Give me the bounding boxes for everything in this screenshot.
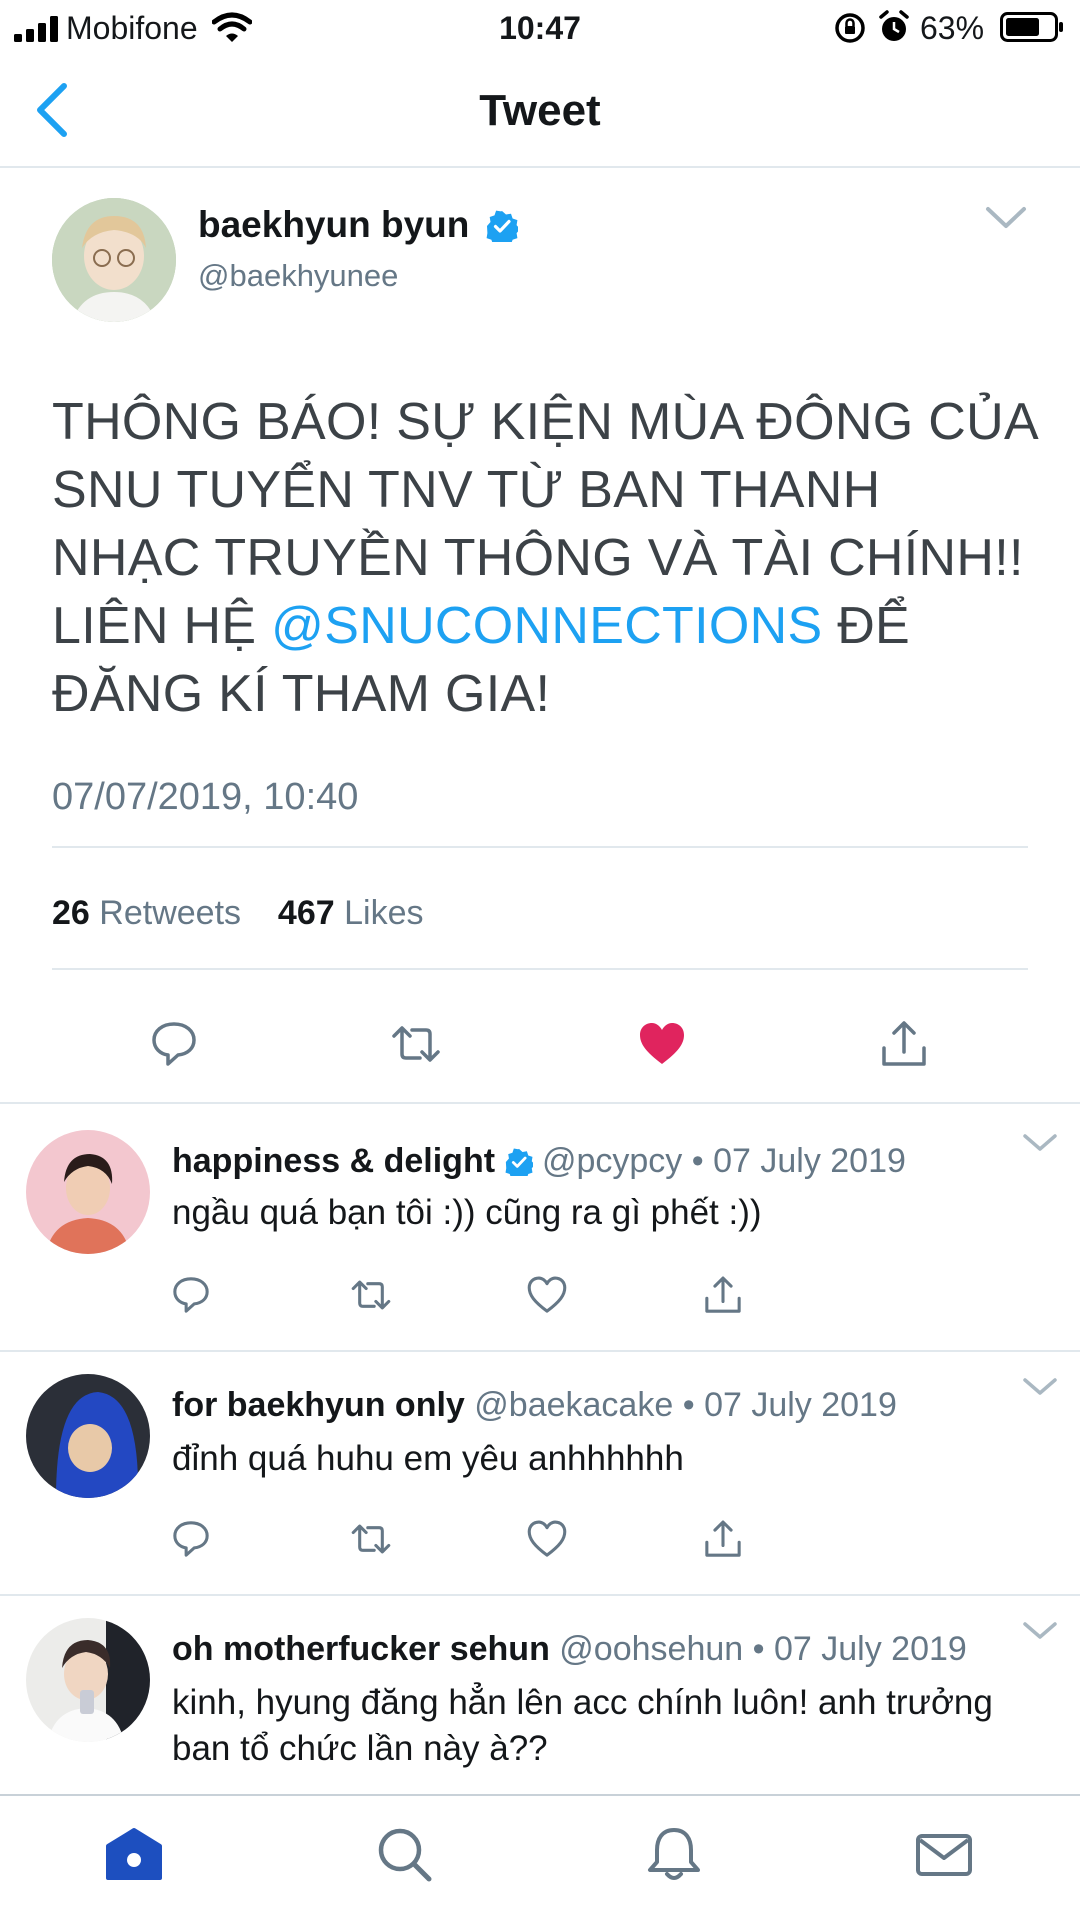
notifications-icon[interactable] [644,1824,704,1884]
heart-icon[interactable] [526,1274,568,1316]
author-name[interactable]: baekhyun byun [198,204,469,246]
retweets-stat[interactable]: 26 Retweets [52,894,241,932]
reply-author-name[interactable]: happiness & delight [172,1142,495,1180]
divider [0,1102,1080,1104]
chevron-down-icon[interactable] [1022,1132,1058,1154]
like-label: Likes [344,894,424,932]
chevron-down-icon[interactable] [984,204,1028,232]
heart-icon[interactable] [526,1518,568,1560]
reply-header: happiness & delight @pcypcy • 07 July 20… [172,1142,906,1181]
reply-author-name[interactable]: oh motherfucker sehun [172,1630,550,1668]
reply-icon[interactable] [170,1274,212,1316]
retweet-icon[interactable] [390,1018,442,1070]
reply-icon[interactable] [148,1018,200,1070]
share-icon[interactable] [878,1018,930,1070]
divider [52,846,1028,848]
likes-stat[interactable]: 467 Likes [278,894,424,932]
reply-author-name[interactable]: for baekhyun only [172,1386,465,1424]
rotation-lock-icon [835,13,865,43]
verified-badge-icon [486,210,518,242]
reply-avatar[interactable] [26,1618,150,1742]
clock-time: 10:47 [499,10,581,46]
reply-handle[interactable]: @pcypcy [542,1142,682,1180]
reply-avatar[interactable] [26,1374,150,1498]
retweet-icon[interactable] [350,1518,392,1560]
reply-header: for baekhyun only @baekacake • 07 July 2… [172,1386,897,1425]
battery-icon [1000,12,1063,42]
tab-bar [0,1794,1080,1922]
mention-link[interactable]: @SNUCONNECTIONS [271,597,822,655]
chevron-down-icon[interactable] [1022,1620,1058,1642]
tweet-timestamp: 07/07/2019, 10:40 [52,776,359,818]
share-icon[interactable] [702,1518,744,1560]
reply-date: • 07 July 2019 [691,1142,906,1180]
reply-icon[interactable] [170,1518,212,1560]
share-icon[interactable] [702,1274,744,1316]
reply-avatar[interactable] [26,1130,150,1254]
author-handle[interactable]: @baekhyunee [198,258,398,294]
reply-handle[interactable]: @baekacake [474,1386,673,1424]
divider [0,1350,1080,1352]
reply-date: • 07 July 2019 [752,1630,967,1668]
divider [52,968,1028,970]
reply-handle[interactable]: @oohsehun [559,1630,743,1668]
battery-percentage: 63% [920,10,985,46]
avatar-image [52,198,176,322]
avatar-image [26,1130,150,1254]
tweet-body: THÔNG BÁO! SỰ KIỆN MÙA ĐÔNG CỦA SNU TUYỂ… [52,388,1042,728]
navigation-bar: Tweet [0,56,1080,168]
reply-text: ngầu quá bạn tôi :)) cũng ra gì phết :)) [172,1193,762,1232]
status-bar: Mobifone 10:47 63% [0,0,1080,56]
heart-filled-icon[interactable] [636,1018,688,1070]
avatar-image [26,1374,150,1498]
retweet-count: 26 [52,894,90,932]
reply-header: oh motherfucker sehun @oohsehun • 07 Jul… [172,1630,967,1669]
chevron-down-icon[interactable] [1022,1376,1058,1398]
reply-text: kinh, hyung đăng hẳn lên acc chính luôn!… [172,1683,993,1768]
home-icon[interactable] [104,1824,164,1884]
retweet-icon[interactable] [350,1274,392,1316]
divider [0,1594,1080,1596]
reply-text: đỉnh quá huhu em yêu anhhhhhh [172,1439,684,1478]
alarm-icon [879,10,909,41]
messages-icon[interactable] [914,1824,974,1884]
reply-date: • 07 July 2019 [682,1386,897,1424]
avatar-image [26,1618,150,1742]
verified-badge-icon [505,1148,535,1181]
retweet-label: Retweets [99,894,242,932]
search-icon[interactable] [374,1824,434,1884]
page-title: Tweet [479,86,601,135]
like-count: 467 [277,894,335,932]
author-avatar[interactable] [52,198,176,322]
tweet-stats: 26 Retweets 467 Likes [52,894,423,933]
